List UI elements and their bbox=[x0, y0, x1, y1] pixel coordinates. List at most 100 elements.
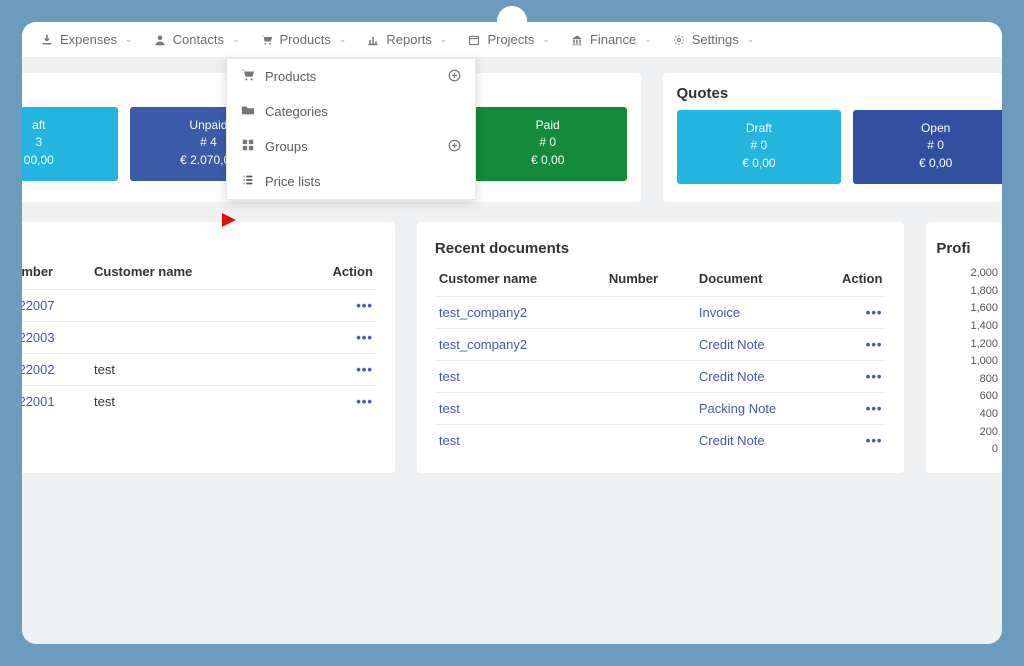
nav-settings[interactable]: Settings ⌄ bbox=[672, 32, 755, 47]
dropdown-item-categories[interactable]: Categories bbox=[227, 94, 475, 129]
dropdown-item-products[interactable]: Products bbox=[227, 59, 475, 94]
document-link[interactable]: Credit Note bbox=[699, 337, 765, 352]
col-action: Action bbox=[317, 258, 377, 290]
nav-expenses[interactable]: Expenses ⌄ bbox=[40, 32, 133, 47]
document-link[interactable]: Invoice bbox=[699, 305, 740, 320]
nav-label: Contacts bbox=[173, 32, 224, 47]
document-link[interactable]: Packing Note bbox=[699, 401, 776, 416]
plus-icon[interactable] bbox=[448, 139, 461, 155]
customer-link[interactable]: test bbox=[439, 369, 460, 384]
table-row: 2022007 ••• bbox=[22, 290, 377, 322]
list-icon bbox=[241, 173, 255, 190]
plus-icon[interactable] bbox=[448, 69, 461, 85]
customer-cell bbox=[90, 290, 317, 322]
tile-draft[interactable]: aft 3 00,00 bbox=[22, 107, 118, 181]
quotes-title: Quotes bbox=[677, 85, 989, 102]
row-actions-button[interactable]: ••• bbox=[866, 401, 883, 416]
tile-amount: 00,00 bbox=[22, 152, 112, 169]
gear-icon bbox=[672, 33, 686, 47]
customer-cell: test bbox=[90, 386, 317, 418]
customer-cell bbox=[90, 322, 317, 354]
table-row: test Credit Note ••• bbox=[435, 361, 887, 393]
axis-tick: 200 bbox=[936, 424, 998, 442]
nav-contacts[interactable]: Contacts ⌄ bbox=[153, 32, 240, 47]
dropdown-item-price-lists[interactable]: Price lists bbox=[227, 164, 475, 199]
table-row: test_company2 Invoice ••• bbox=[435, 297, 887, 329]
pointer-arrow-icon bbox=[200, 211, 236, 232]
calendar-icon bbox=[467, 33, 481, 47]
tile-head: aft bbox=[22, 117, 112, 134]
col-action: Action bbox=[826, 265, 886, 297]
invoice-number-link[interactable]: 2022003 bbox=[22, 330, 55, 345]
tile-quotes-open[interactable]: Open # 0 € 0,00 bbox=[853, 110, 1002, 184]
tile-amount: € 0,00 bbox=[683, 155, 836, 172]
tile-quotes-draft[interactable]: Draft # 0 € 0,00 bbox=[677, 110, 842, 184]
row-actions-button[interactable]: ••• bbox=[866, 305, 883, 320]
user-icon bbox=[153, 33, 167, 47]
chevron-down-icon: ⌄ bbox=[125, 34, 133, 45]
col-customer: Customer name bbox=[435, 265, 605, 297]
quotes-panel: Quotes Draft # 0 € 0,00 Open # 0 € 0,00 bbox=[663, 73, 1003, 202]
cart-icon bbox=[241, 68, 255, 85]
axis-tick: 800 bbox=[936, 371, 998, 389]
chevron-down-icon: ⌄ bbox=[542, 34, 550, 45]
customer-link[interactable]: test_company2 bbox=[439, 337, 527, 352]
nav-label: Finance bbox=[590, 32, 636, 47]
number-cell bbox=[605, 425, 695, 457]
document-link[interactable]: Credit Note bbox=[699, 369, 765, 384]
products-dropdown: Products Categories Groups Price lists bbox=[226, 58, 476, 200]
recent-documents-card: Recent documents Customer name Number Do… bbox=[417, 222, 905, 473]
axis-tick: 1,400 bbox=[936, 318, 998, 336]
table-row: 2022003 ••• bbox=[22, 322, 377, 354]
document-link[interactable]: Credit Note bbox=[699, 433, 765, 448]
invoice-number-link[interactable]: 2022001 bbox=[22, 394, 55, 409]
axis-tick: 1,600 bbox=[936, 300, 998, 318]
number-cell bbox=[605, 361, 695, 393]
tile-amount: € 0,00 bbox=[475, 152, 621, 169]
invoice-number-link[interactable]: 2022007 bbox=[22, 298, 55, 313]
nav-products[interactable]: Products ⌄ bbox=[260, 32, 347, 47]
customer-link[interactable]: test bbox=[439, 433, 460, 448]
table-row: test Packing Note ••• bbox=[435, 393, 887, 425]
chevron-down-icon: ⌄ bbox=[339, 34, 347, 45]
customer-link[interactable]: test_company2 bbox=[439, 305, 527, 320]
row-actions-button[interactable]: ••• bbox=[356, 330, 373, 345]
dropdown-item-groups[interactable]: Groups bbox=[227, 129, 475, 164]
row-actions-button[interactable]: ••• bbox=[356, 362, 373, 377]
dropdown-label: Groups bbox=[265, 139, 308, 154]
group-icon bbox=[241, 138, 255, 155]
tile-head: Open bbox=[859, 120, 1002, 137]
nav-label: Settings bbox=[692, 32, 739, 47]
nav-label: Expenses bbox=[60, 32, 117, 47]
nav-finance[interactable]: Finance ⌄ bbox=[570, 32, 652, 47]
table-row: test_company2 Credit Note ••• bbox=[435, 329, 887, 361]
tile-count: # 0 bbox=[475, 134, 621, 151]
col-document: Document bbox=[695, 265, 827, 297]
recent-title: Recent documents bbox=[435, 240, 887, 257]
row-actions-button[interactable]: ••• bbox=[866, 337, 883, 352]
tile-head: Draft bbox=[683, 120, 836, 137]
table-row: 2022002 test ••• bbox=[22, 354, 377, 386]
axis-tick: 1,000 bbox=[936, 353, 998, 371]
number-cell bbox=[605, 329, 695, 361]
axis-tick: 1,200 bbox=[936, 336, 998, 354]
chevron-down-icon: ⌄ bbox=[747, 34, 755, 45]
col-number: Number bbox=[22, 258, 90, 290]
customer-cell: test bbox=[90, 354, 317, 386]
tile-paid[interactable]: Paid # 0 € 0,00 bbox=[469, 107, 627, 181]
row-actions-button[interactable]: ••• bbox=[866, 369, 883, 384]
invoice-number-link[interactable]: 2022002 bbox=[22, 362, 55, 377]
row-actions-button[interactable]: ••• bbox=[356, 298, 373, 313]
row-actions-button[interactable]: ••• bbox=[356, 394, 373, 409]
row-actions-button[interactable]: ••• bbox=[866, 433, 883, 448]
chevron-down-icon: ⌄ bbox=[440, 34, 448, 45]
nav-label: Reports bbox=[386, 32, 432, 47]
bank-icon bbox=[570, 33, 584, 47]
tile-count: 3 bbox=[22, 134, 112, 151]
folder-icon bbox=[241, 103, 255, 120]
nav-reports[interactable]: Reports ⌄ bbox=[366, 32, 447, 47]
tile-amount: € 0,00 bbox=[859, 155, 1002, 172]
customer-link[interactable]: test bbox=[439, 401, 460, 416]
axis-tick: 2,000 bbox=[936, 265, 998, 283]
chevron-down-icon: ⌄ bbox=[644, 34, 652, 45]
